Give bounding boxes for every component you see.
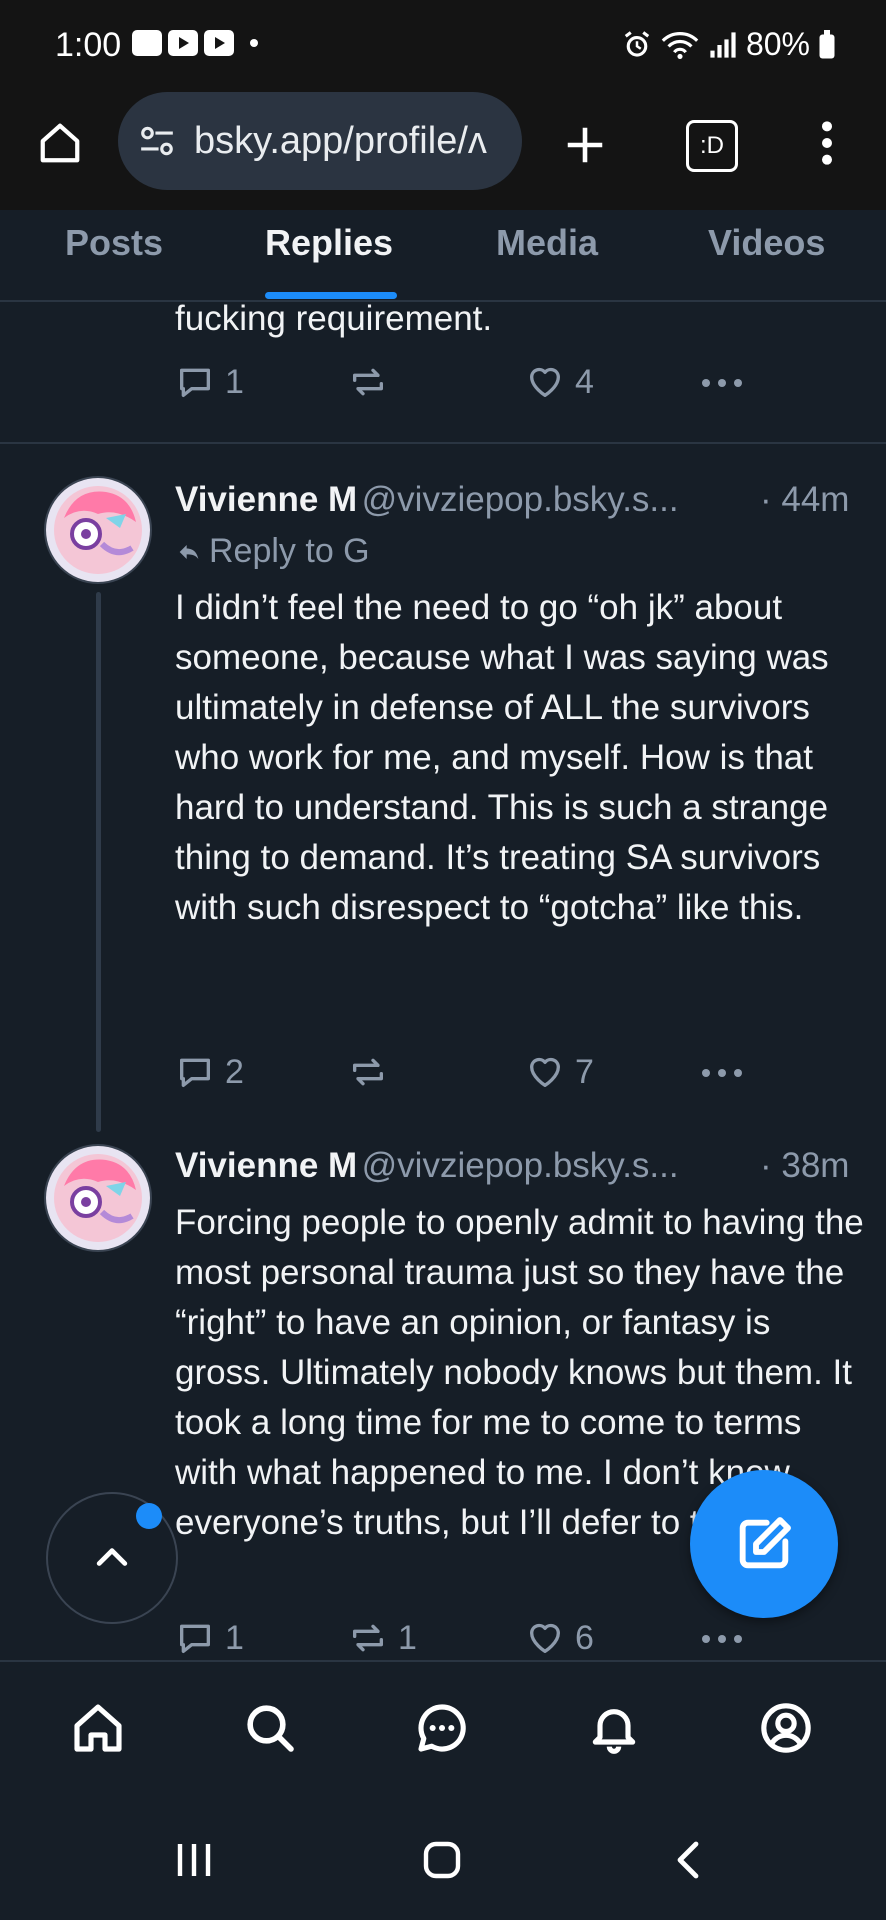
wifi-icon bbox=[661, 31, 699, 59]
profile-icon[interactable] bbox=[758, 1700, 814, 1756]
post-text: fucking requirement. bbox=[175, 299, 493, 338]
reply-count: 1 bbox=[225, 362, 244, 401]
browser-menu-icon[interactable] bbox=[812, 118, 842, 168]
tab-replies[interactable]: Replies bbox=[265, 222, 393, 264]
youtube-notification-icon bbox=[168, 30, 198, 56]
reply-arrow-icon bbox=[179, 544, 199, 559]
status-time: 1:00 bbox=[55, 26, 122, 64]
like-count: 4 bbox=[575, 362, 594, 401]
new-posts-indicator bbox=[136, 1503, 162, 1529]
repost-button[interactable]: 1 bbox=[348, 1618, 417, 1658]
repost-button[interactable] bbox=[348, 362, 388, 402]
gallery-notification-icon bbox=[132, 30, 162, 56]
heart-icon bbox=[530, 1057, 560, 1087]
like-button[interactable]: 6 bbox=[525, 1618, 594, 1658]
status-right: 80% bbox=[622, 26, 836, 63]
author-handle[interactable]: @vivziepop.bsky.s... bbox=[362, 480, 679, 519]
youtube-notification-icon-2 bbox=[204, 30, 234, 56]
post-header: Vivienne M @vivziepop.bsky.s... bbox=[175, 1146, 679, 1186]
author-name[interactable]: Vivienne M bbox=[175, 1146, 357, 1185]
repost-icon bbox=[353, 1624, 383, 1652]
notifications-bell-icon[interactable] bbox=[586, 1700, 642, 1756]
more-options-icon[interactable] bbox=[700, 1632, 744, 1646]
compose-icon bbox=[739, 1517, 791, 1569]
reply-button[interactable]: 2 bbox=[175, 1052, 244, 1092]
compose-post-button[interactable] bbox=[690, 1470, 838, 1618]
post-time[interactable]: · 44m bbox=[760, 480, 849, 520]
like-count: 6 bbox=[575, 1618, 594, 1657]
avatar-illustration bbox=[46, 478, 150, 582]
repost-icon bbox=[353, 368, 383, 396]
avatar[interactable] bbox=[44, 1144, 152, 1252]
reply-to-label[interactable]: Reply to G bbox=[175, 532, 370, 571]
recent-apps-icon[interactable] bbox=[170, 1836, 218, 1884]
address-bar[interactable]: bsky.app/profile/ʌ bbox=[118, 92, 522, 190]
site-settings-icon[interactable] bbox=[138, 124, 176, 158]
divider bbox=[0, 442, 886, 444]
post-header: Vivienne M @vivziepop.bsky.s... bbox=[175, 480, 679, 520]
battery-icon bbox=[819, 29, 835, 58]
tab-switcher-button[interactable]: :D bbox=[686, 120, 738, 172]
reply-count: 2 bbox=[225, 1052, 244, 1091]
avatar-illustration bbox=[46, 1146, 150, 1250]
repost-button[interactable] bbox=[348, 1052, 388, 1092]
repost-count: 1 bbox=[398, 1618, 417, 1657]
tab-posts[interactable]: Posts bbox=[65, 222, 163, 264]
reply-to-text: Reply to G bbox=[209, 532, 370, 570]
author-handle[interactable]: @vivziepop.bsky.s... bbox=[362, 1146, 679, 1185]
battery-percentage: 80% bbox=[745, 26, 810, 62]
author-name[interactable]: Vivienne M bbox=[175, 480, 357, 519]
heart-icon bbox=[530, 1623, 560, 1653]
signal-icon bbox=[710, 31, 736, 58]
more-options-icon[interactable] bbox=[700, 1066, 744, 1080]
post-text: I didn’t feel the need to go “oh jk” abo… bbox=[175, 588, 829, 927]
search-icon[interactable] bbox=[242, 1700, 298, 1756]
reply-button[interactable]: 1 bbox=[175, 1618, 244, 1658]
home-icon[interactable] bbox=[70, 1700, 126, 1756]
new-tab-icon[interactable] bbox=[562, 122, 608, 168]
reply-count: 1 bbox=[225, 1618, 244, 1657]
heart-icon bbox=[530, 367, 560, 397]
like-count: 7 bbox=[575, 1052, 594, 1091]
more-notifications-dot bbox=[250, 39, 258, 47]
reply-icon bbox=[180, 1058, 210, 1087]
post-time[interactable]: · 38m bbox=[760, 1146, 849, 1186]
more-options-icon[interactable] bbox=[700, 376, 744, 390]
browser-home-icon[interactable] bbox=[36, 120, 84, 166]
chat-icon[interactable] bbox=[414, 1700, 470, 1756]
reply-icon bbox=[180, 1624, 210, 1653]
chevron-up-icon bbox=[96, 1548, 128, 1566]
notification-icons bbox=[132, 30, 258, 56]
avatar[interactable] bbox=[44, 476, 152, 584]
tab-media[interactable]: Media bbox=[496, 222, 598, 264]
reply-button[interactable]: 1 bbox=[175, 362, 244, 402]
system-home-icon[interactable] bbox=[418, 1836, 466, 1884]
like-button[interactable]: 7 bbox=[525, 1052, 594, 1092]
tab-videos[interactable]: Videos bbox=[708, 222, 825, 264]
thread-line bbox=[96, 592, 101, 1132]
alarm-icon bbox=[624, 30, 650, 57]
like-button[interactable]: 4 bbox=[525, 362, 594, 402]
url-text: bsky.app/profile/ʌ bbox=[194, 119, 487, 162]
reply-icon bbox=[180, 368, 210, 397]
repost-icon bbox=[353, 1058, 383, 1086]
back-icon[interactable] bbox=[666, 1836, 714, 1884]
